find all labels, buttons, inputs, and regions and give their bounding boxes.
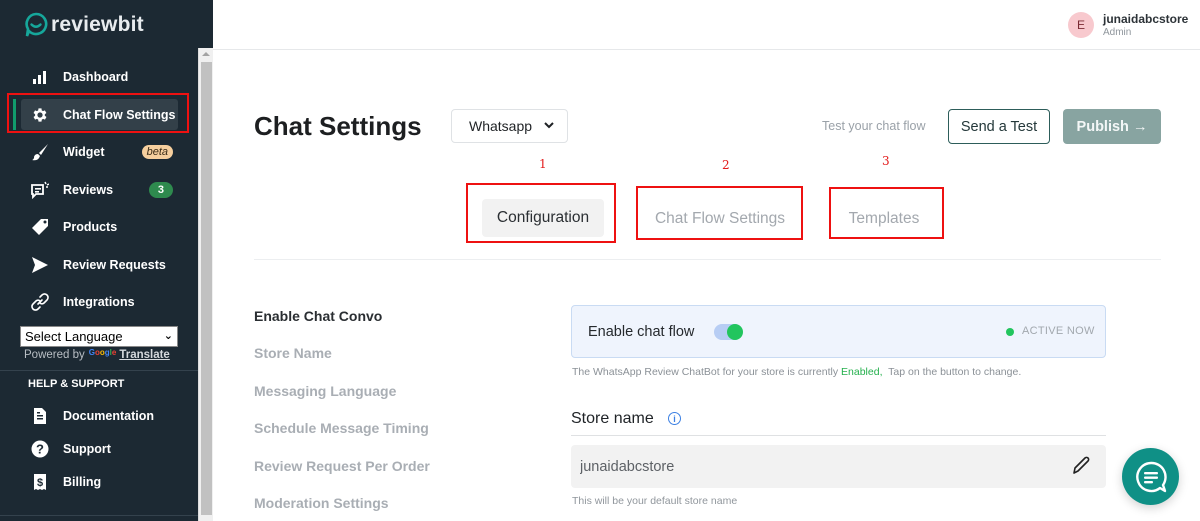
scrollbar-thumb[interactable]	[201, 62, 212, 515]
sidebar-item-support[interactable]: ? Support	[21, 433, 178, 464]
chevron-down-icon	[543, 118, 555, 134]
sidebar-item-label: Dashboard	[63, 69, 129, 84]
status-dot-icon	[1006, 328, 1014, 336]
store-name-divider	[571, 435, 1106, 436]
status-badge: ACTIVE NOW	[1022, 325, 1095, 337]
tag-icon	[30, 217, 50, 237]
annotation-highlight-box	[7, 93, 189, 133]
tabs-divider	[254, 259, 1161, 260]
channel-select-value: Whatsapp	[469, 118, 533, 134]
sidebar-item-label: Integrations	[63, 294, 135, 309]
annotation-number: 3	[882, 154, 890, 168]
tab-templates[interactable]: Templates	[832, 201, 936, 237]
sidebar-item-dashboard[interactable]: Dashboard	[21, 61, 178, 92]
store-name-input[interactable]	[571, 445, 1106, 488]
svg-text:?: ?	[36, 441, 44, 456]
powered-by-text: Powered by	[24, 349, 85, 361]
help-suffix: Tap on the button to change.	[882, 366, 1022, 378]
tab-chat-flow-settings[interactable]: Chat Flow Settings	[640, 201, 800, 237]
top-bar	[213, 0, 1200, 50]
reviews-count-badge: 3	[148, 181, 173, 198]
section-link-schedule-message-timing[interactable]: Schedule Message Timing	[254, 420, 429, 436]
toggle-knob	[727, 324, 743, 340]
info-icon[interactable]: i	[668, 412, 681, 425]
bar-chart-icon	[30, 67, 50, 87]
sidebar-item-label: Widget	[63, 144, 105, 159]
sidebar-item-integrations[interactable]: Integrations	[21, 286, 178, 317]
send-test-button[interactable]: Send a Test	[948, 109, 1050, 144]
help-support-heading: HELP & SUPPORT	[28, 378, 125, 390]
brush-icon	[30, 142, 50, 162]
chat-flow-card: Enable chat flow ACTIVE NOW	[571, 305, 1106, 358]
sidebar-edge	[198, 0, 213, 48]
powered-by-google: Powered by Google Translate	[24, 347, 170, 362]
sidebar-item-review-requests[interactable]: Review Requests	[21, 249, 178, 280]
chat-message-icon	[1135, 461, 1167, 492]
sidebar-item-label: Products	[63, 219, 118, 234]
language-select-value: Select Language	[25, 329, 123, 344]
svg-text:$: $	[37, 477, 43, 489]
annotation-number: 1	[539, 157, 547, 171]
enable-chat-flow-label: Enable chat flow	[588, 324, 695, 340]
publish-button[interactable]: Publish →	[1063, 109, 1161, 144]
section-link-messaging-language[interactable]: Messaging Language	[254, 383, 396, 399]
store-name-label: Store name	[571, 410, 654, 427]
section-link-enable-chat-convo[interactable]: Enable Chat Convo	[254, 308, 382, 324]
sidebar-item-label: Reviews	[63, 182, 114, 197]
sidebar-item-widget[interactable]: Widget beta	[21, 136, 178, 167]
chat-flow-toggle[interactable]	[714, 324, 743, 340]
brand-name: reviewbit	[51, 13, 144, 36]
section-link-store-name[interactable]: Store Name	[254, 345, 332, 361]
user-name[interactable]: junaidabcstore	[1103, 12, 1188, 26]
beta-badge: beta	[141, 144, 173, 159]
language-select[interactable]: Select Language ⌄	[20, 326, 178, 347]
sidebar-item-label: Review Requests	[63, 257, 166, 272]
logo[interactable]: reviewbit	[24, 10, 144, 40]
link-icon	[30, 292, 50, 312]
chat-flow-help: The WhatsApp Review ChatBot for your sto…	[572, 366, 1021, 378]
sidebar-item-label: Billing	[63, 474, 102, 489]
tab-configuration[interactable]: Configuration	[482, 199, 604, 237]
chat-widget-button[interactable]	[1122, 448, 1179, 505]
sidebar: reviewbit Dashboard Chat Flow Settings W…	[0, 0, 198, 521]
test-hint: Test your chat flow	[822, 119, 926, 133]
section-link-review-request-per-order[interactable]: Review Request Per Order	[254, 458, 430, 474]
page-title: Chat Settings	[254, 111, 422, 141]
sidebar-scrollbar[interactable]	[198, 48, 213, 521]
document-icon	[30, 406, 50, 426]
translate-link[interactable]: Translate	[119, 349, 170, 361]
avatar[interactable]: E	[1068, 12, 1094, 38]
sidebar-divider	[0, 370, 198, 371]
question-icon: ?	[30, 439, 50, 459]
user-role: Admin	[1103, 27, 1132, 38]
pencil-icon[interactable]	[1070, 455, 1092, 477]
sidebar-item-billing[interactable]: $ Billing	[21, 466, 178, 497]
google-logo: Google	[88, 347, 117, 357]
store-name-help: This will be your default store name	[572, 495, 738, 507]
chevron-down-icon: ⌄	[163, 330, 173, 342]
scroll-up-arrow-icon[interactable]	[202, 52, 210, 56]
receipt-dollar-icon: $	[30, 472, 50, 492]
sidebar-item-reviews[interactable]: Reviews 3	[21, 174, 178, 205]
sidebar-divider	[0, 515, 198, 516]
sidebar-item-documentation[interactable]: Documentation	[21, 400, 178, 431]
sidebar-item-label: Support	[63, 441, 111, 456]
chat-bubble-logo-icon	[25, 12, 48, 37]
send-icon	[30, 255, 50, 275]
sidebar-item-products[interactable]: Products	[21, 211, 178, 242]
reviews-icon	[30, 180, 50, 200]
channel-select[interactable]: Whatsapp	[451, 109, 568, 143]
annotation-number: 2	[722, 158, 730, 172]
section-link-moderation-settings[interactable]: Moderation Settings	[254, 495, 389, 511]
help-prefix: The WhatsApp Review ChatBot for your sto…	[572, 366, 842, 378]
help-status: Enabled,	[841, 366, 883, 378]
sidebar-item-label: Documentation	[63, 408, 154, 423]
